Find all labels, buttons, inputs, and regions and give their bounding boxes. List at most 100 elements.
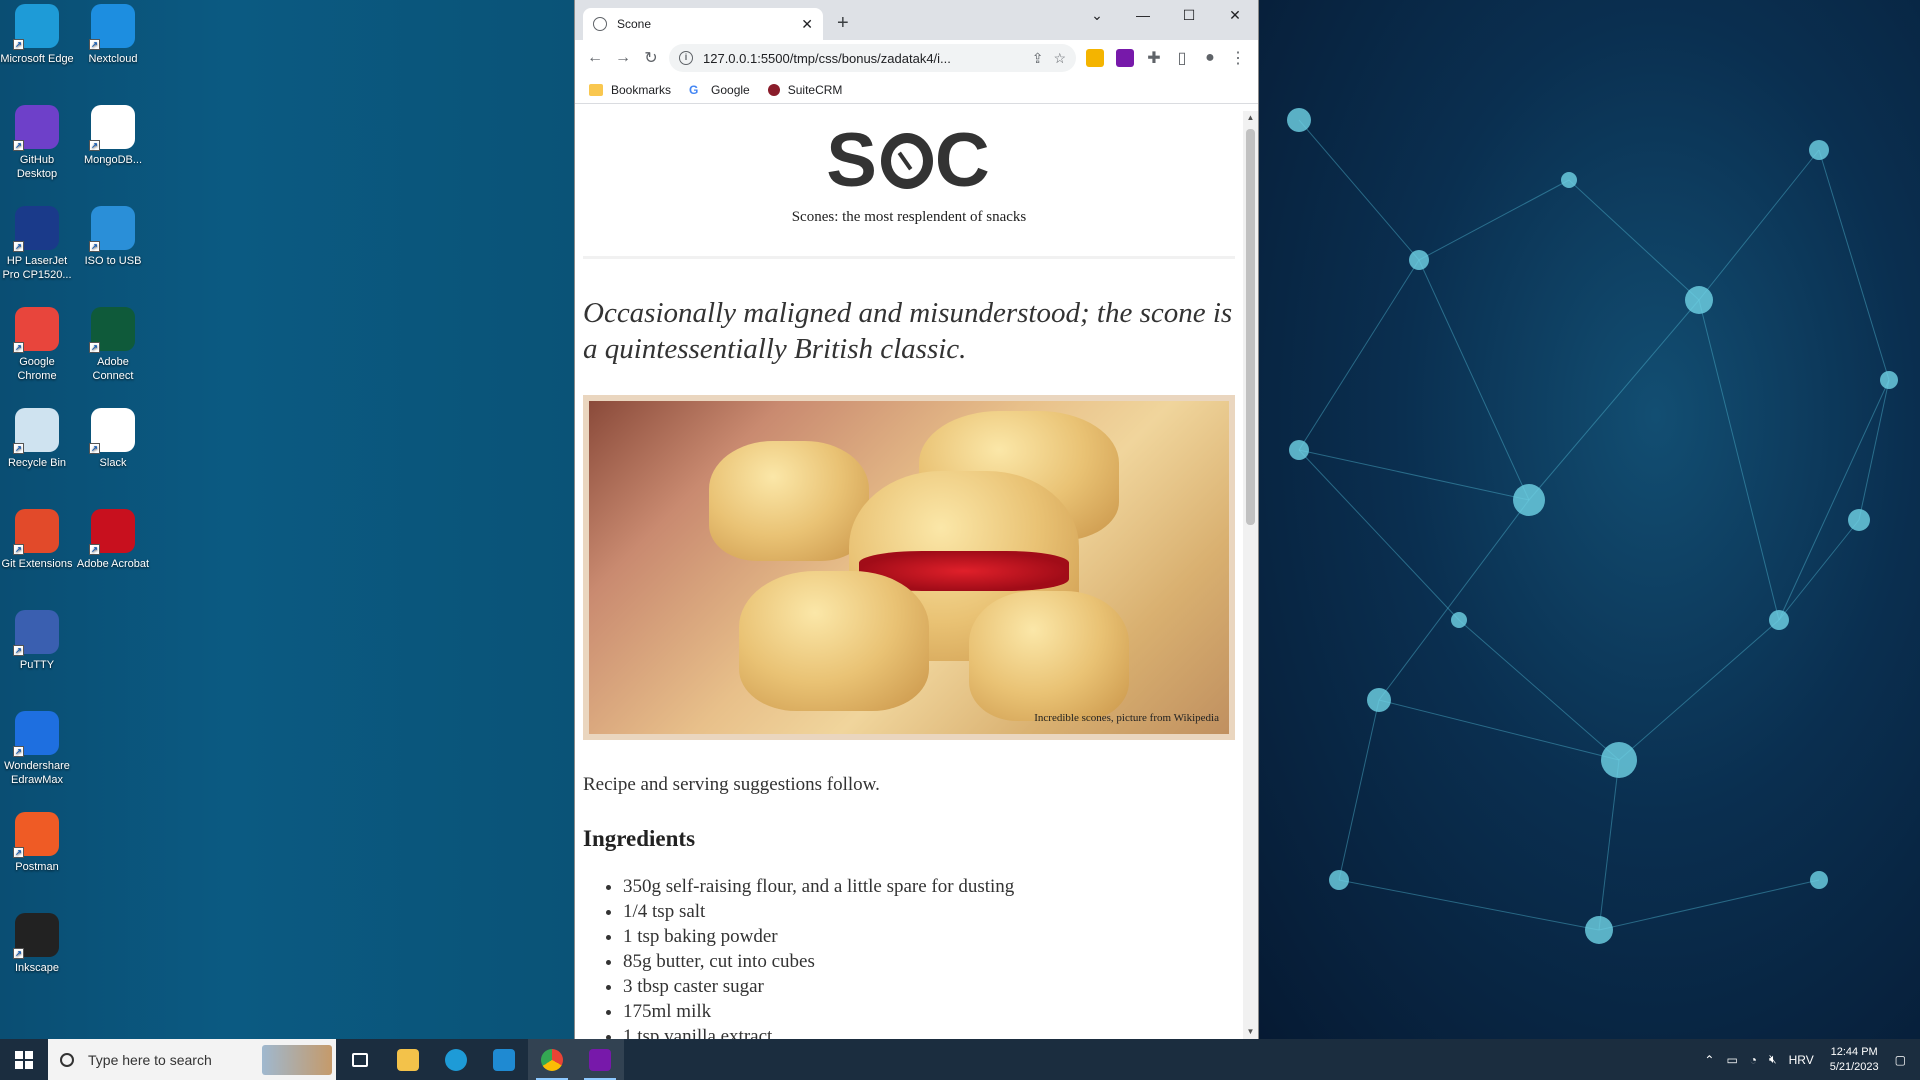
battery-icon[interactable]: ▭ [1726, 1053, 1737, 1067]
task-view-button[interactable] [336, 1039, 384, 1080]
lead-paragraph: Occasionally maligned and misunderstood;… [583, 297, 1233, 365]
desktop-icon-label: GitHub Desktop [16, 154, 58, 180]
ingredients-heading: Ingredients [583, 826, 696, 851]
scone-shape [709, 441, 869, 561]
bookmark-folder[interactable]: Bookmarks [589, 83, 671, 97]
bookmark-label: Google [711, 82, 750, 97]
bookmark-google[interactable]: G Google [689, 83, 750, 97]
notifications-icon[interactable]: ▢ [1895, 1053, 1906, 1067]
desktop-icon-label: Recycle Bin [7, 457, 67, 469]
close-window-button[interactable]: ✕ [1212, 0, 1258, 30]
taskbar-search[interactable]: Type here to search [48, 1039, 336, 1080]
desktop-icon-git-extensions[interactable]: ↗ Git Extensions [0, 509, 74, 571]
clock-date: 5/21/2023 [1829, 1060, 1879, 1073]
shortcut-arrow-icon: ↗ [89, 544, 100, 555]
desktop-icon-label: Microsoft Edge [0, 53, 74, 65]
desktop-icon-postman[interactable]: ↗ Postman [0, 812, 74, 874]
desktop-icon-label: Adobe Acrobat [76, 558, 150, 570]
taskbar-clock[interactable]: 12:44 PM 5/21/2023 [1830, 1045, 1879, 1075]
tab-search-icon[interactable]: ⌄ [1074, 0, 1120, 30]
ingredients-list: 350g self-raising flour, and a little sp… [623, 874, 1243, 1039]
desktop-icon-usb[interactable]: ↗ ISO to USB [76, 206, 150, 268]
extensions-puzzle-icon[interactable]: ✚ [1140, 44, 1168, 72]
tab-scone[interactable]: Scone ✕ [583, 8, 823, 40]
desktop-icon-nextcloud[interactable]: ↗ Nextcloud [76, 4, 150, 66]
desktop-icon-acrobat[interactable]: ↗ Adobe Acrobat [76, 509, 150, 571]
google-icon: G [689, 82, 699, 97]
suitecrm-icon [767, 83, 780, 96]
bookmark-label: Bookmarks [611, 82, 672, 97]
desktop-icon-inkscape[interactable]: ↗ Inkscape [0, 913, 74, 975]
search-icon [60, 1052, 74, 1067]
language-indicator[interactable]: HRV [1789, 1053, 1814, 1067]
shortcut-arrow-icon: ↗ [89, 443, 100, 454]
taskbar-file-explorer[interactable] [384, 1039, 432, 1080]
desktop-icon-mongodb[interactable]: ↗ MongoDB... [76, 105, 150, 167]
edge-icon [445, 1048, 467, 1071]
shortcut-arrow-icon: ↗ [13, 140, 24, 151]
onenote-icon [589, 1048, 611, 1071]
chrome-icon: ↗ [13, 307, 59, 353]
menu-icon[interactable]: ⋮ [1224, 44, 1252, 72]
taskbar-edge[interactable] [432, 1039, 480, 1080]
site-logo[interactable]: S C [826, 121, 992, 201]
new-tab-button[interactable]: + [837, 12, 849, 35]
desktop-icon-label: PuTTY [19, 659, 55, 671]
desktop-icon-edge[interactable]: ↗ Microsoft Edge [0, 4, 74, 66]
wifi-icon[interactable]: ◔ [1750, 1053, 1757, 1067]
network-graphic [1287, 108, 1898, 944]
scroll-up-icon[interactable]: ▲ [1243, 111, 1258, 125]
volume-muted-icon[interactable]: 🔇︎ [1769, 1052, 1777, 1067]
info-icon[interactable]: i [679, 51, 693, 65]
bookmark-star-icon[interactable]: ☆ [1053, 50, 1066, 67]
extension-icon[interactable] [1086, 49, 1104, 67]
profile-icon[interactable]: ● [1196, 44, 1224, 72]
adobe-connect-icon: ↗ [89, 307, 135, 353]
system-tray: ⌃ ▭ ◔ 🔇︎ HRV 12:44 PM 5/21/2023 ▢ [1698, 1045, 1920, 1075]
desktop-icon-edrawmax[interactable]: ↗ Wondershare EdrawMax [0, 711, 74, 787]
desktop-icon-recycle-bin[interactable]: ↗ Recycle Bin [0, 408, 74, 470]
intro-paragraph: Recipe and serving suggestions follow. [583, 774, 880, 795]
minimize-button[interactable]: — [1120, 0, 1166, 30]
list-item: 1 tsp baking powder [623, 924, 1243, 949]
list-item: 350g self-raising flour, and a little sp… [623, 874, 1243, 899]
desktop-icon-github[interactable]: ↗ GitHub Desktop [0, 105, 74, 181]
desktop-icon-slack[interactable]: ↗ Slack [76, 408, 150, 470]
reload-button[interactable]: ↻ [637, 44, 665, 72]
taskbar: Type here to search ⌃ ▭ ◔ 🔇︎ HRV 12:44 P… [0, 1039, 1920, 1080]
desktop-icon-label: Slack [99, 457, 127, 469]
shortcut-arrow-icon: ↗ [13, 645, 24, 656]
onenote-extension-icon[interactable] [1116, 49, 1134, 67]
back-button[interactable]: ← [581, 44, 609, 72]
list-item: 1/4 tsp salt [623, 899, 1243, 924]
forward-button[interactable]: → [609, 44, 637, 72]
desktop-icon-printer[interactable]: ↗ HP LaserJet Pro CP1520... [0, 206, 74, 282]
taskbar-onenote[interactable] [576, 1039, 624, 1080]
scrollbar-thumb[interactable] [1246, 129, 1255, 525]
chevron-up-icon[interactable]: ⌃ [1704, 1053, 1714, 1067]
desktop-icon-label: Google Chrome [17, 356, 57, 382]
maximize-button[interactable]: ☐ [1166, 0, 1212, 30]
folder-icon [589, 83, 603, 96]
scroll-down-icon[interactable]: ▼ [1243, 1025, 1258, 1039]
bookmark-label: SuiteCRM [787, 82, 843, 97]
browser-window: Scone ✕ + ⌄ — ☐ ✕ ← → ↻ i 127.0.0.1:5500… [574, 0, 1259, 1039]
bookmark-suitecrm[interactable]: SuiteCRM [767, 82, 843, 97]
taskbar-chrome[interactable] [528, 1039, 576, 1080]
start-button[interactable] [0, 1039, 48, 1080]
side-panel-icon[interactable]: ▯ [1168, 44, 1196, 72]
usb-icon: ↗ [89, 206, 135, 252]
shortcut-arrow-icon: ↗ [13, 847, 24, 858]
share-icon[interactable]: ⇪ [1032, 50, 1044, 67]
desktop-icon-label: Git Extensions [1, 558, 73, 570]
close-tab-icon[interactable]: ✕ [801, 16, 813, 33]
desktop-icon-putty[interactable]: ↗ PuTTY [0, 610, 74, 672]
recycle-bin-icon: ↗ [13, 408, 59, 454]
desktop-icon-chrome[interactable]: ↗ Google Chrome [0, 307, 74, 383]
taskbar-vscode[interactable] [480, 1039, 528, 1080]
page-viewport: S C Scones: the most resplendent of snac… [575, 111, 1243, 1039]
page-scrollbar[interactable]: ▲ ▼ [1243, 111, 1258, 1039]
desktop-icon-label: Adobe Connect [92, 356, 134, 382]
address-bar[interactable]: i 127.0.0.1:5500/tmp/css/bonus/zadatak4/… [669, 44, 1076, 72]
desktop-icon-adobe-connect[interactable]: ↗ Adobe Connect [76, 307, 150, 383]
